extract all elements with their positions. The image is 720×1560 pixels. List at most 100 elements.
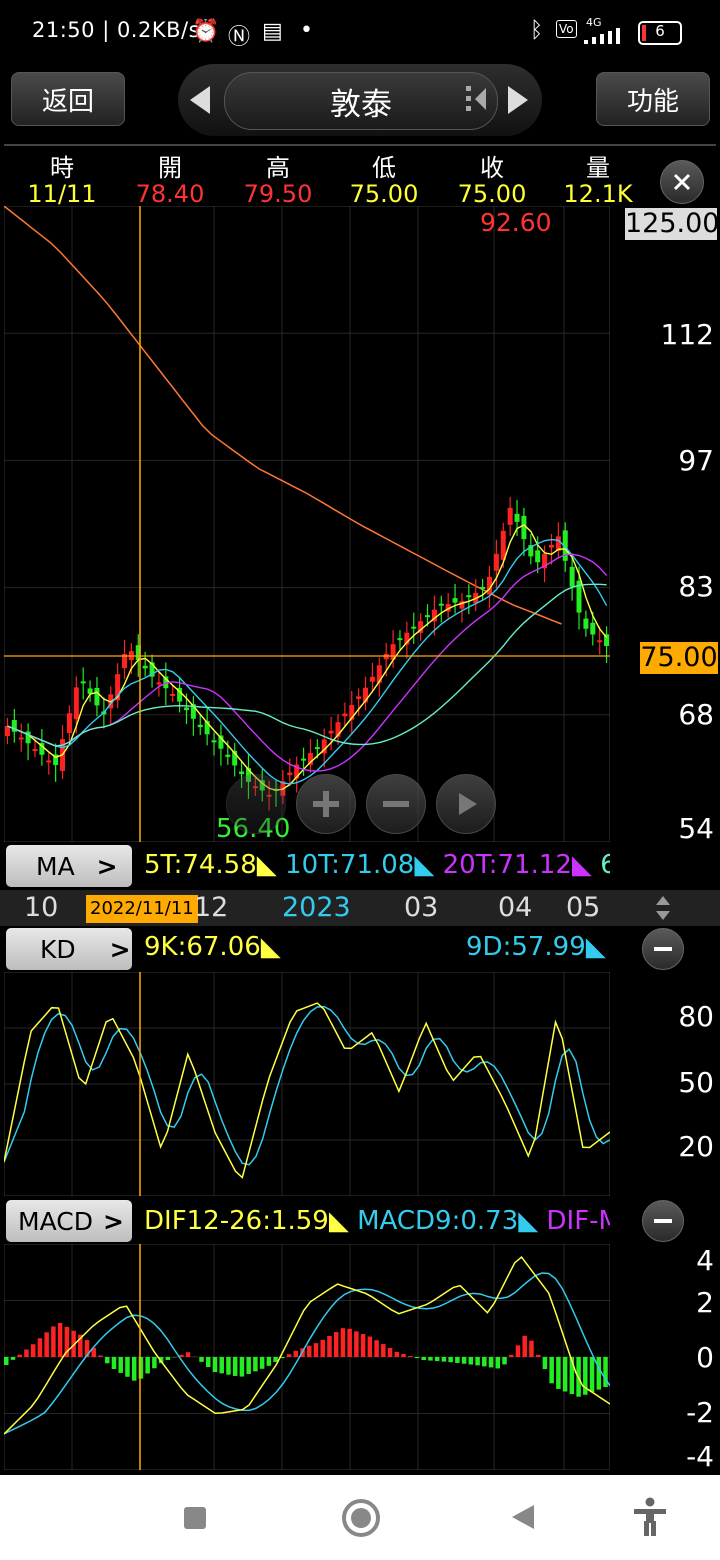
ma60-line <box>7 583 607 747</box>
macd-tick: 4 <box>696 1244 714 1277</box>
macd-histogram-bar <box>98 1355 103 1357</box>
macd-histogram-bar <box>549 1357 554 1384</box>
chevron-right-icon: > <box>109 934 131 964</box>
chevron-right-icon: > <box>102 1206 124 1236</box>
quote-header-label: 高 <box>266 154 290 182</box>
macd-histogram-bar <box>542 1357 548 1370</box>
macd-histogram-bar <box>414 1357 420 1359</box>
dot-icon: • <box>300 18 313 43</box>
macd-histogram-bar <box>556 1357 561 1389</box>
stock-title[interactable]: 敦泰 <box>224 72 498 130</box>
quote-panel: 時 11/11 開 78.40 高 79.50 低 75.00 收 75.00 量 12.1K <box>4 144 716 210</box>
macd-histogram-bar <box>441 1357 447 1362</box>
pan-button[interactable] <box>226 774 286 834</box>
time-axis[interactable]: 10 2022/11/11 12 2023 03 04 05 <box>0 890 720 926</box>
macd-tick: 2 <box>696 1286 714 1319</box>
macd-histogram-bar <box>401 1353 406 1357</box>
dif-value: DIF12-26:1.59 <box>144 1206 329 1236</box>
price-chart[interactable] <box>4 206 610 842</box>
flag-icon: ◣ <box>256 850 277 880</box>
candle-body <box>438 603 444 606</box>
flag-icon: ◣ <box>585 932 606 962</box>
macd-remove-button[interactable] <box>642 1200 684 1242</box>
k-value: 9K:67.06 <box>144 932 261 962</box>
osc-value: DIF-M <box>546 1206 610 1236</box>
ma10-value: 10T:71.08 <box>285 850 415 880</box>
accessibility-icon[interactable] <box>632 1497 668 1537</box>
triangle-back-icon[interactable] <box>510 1503 536 1531</box>
close-icon[interactable] <box>660 160 704 204</box>
volte-icon: Vo <box>556 20 577 38</box>
macd-histogram-bar <box>206 1357 211 1368</box>
macd-histogram-bar <box>125 1357 130 1377</box>
zoom-in-button[interactable] <box>296 774 356 834</box>
zoom-out-button[interactable] <box>366 774 426 834</box>
quote-header-label: 量 <box>586 154 610 182</box>
status-time-speed: 21:50 | 0.2KB/s <box>32 18 201 42</box>
macd-histogram-bar <box>118 1357 123 1373</box>
ma-button-label: MA <box>36 851 75 881</box>
candle-body <box>583 618 589 629</box>
quote-value: 12.1K <box>563 180 633 208</box>
macd-histogram-bar <box>145 1357 150 1374</box>
macd-histogram-bar <box>131 1357 137 1381</box>
macd-button[interactable]: MACD > <box>6 1200 132 1242</box>
macd-histogram-bar <box>360 1333 366 1357</box>
macd-histogram-bar <box>246 1357 251 1374</box>
switch-icon[interactable] <box>466 84 488 120</box>
macd-histogram-bar <box>434 1357 440 1362</box>
prev-stock-button[interactable] <box>186 82 214 122</box>
ma20-line <box>7 553 608 772</box>
quote-header-label: 開 <box>158 154 182 182</box>
candle-body <box>197 724 203 728</box>
nfc-icon: Ⓝ <box>228 25 251 50</box>
candle-body <box>239 771 245 775</box>
macd-button-label: MACD <box>18 1206 93 1236</box>
function-button[interactable]: 功能 <box>596 72 710 126</box>
ma-button[interactable]: MA > <box>6 845 132 887</box>
macd-value: MACD9:0.73 <box>357 1206 519 1236</box>
kd-chart[interactable] <box>4 972 610 1196</box>
d-value: 9D:57.99 <box>466 932 586 962</box>
play-button[interactable] <box>436 774 496 834</box>
macd-histogram-bar <box>421 1357 426 1361</box>
candle-body <box>507 507 513 525</box>
kd-button[interactable]: KD > <box>6 928 132 970</box>
plus-icon <box>313 791 339 817</box>
macd-histogram-bar <box>495 1357 501 1369</box>
macd-histogram-bar <box>57 1323 63 1357</box>
cursor-date-label: 2022/11/11 <box>86 895 198 923</box>
current-price-label: 75.00 <box>640 642 718 674</box>
kd-remove-button[interactable] <box>642 928 684 970</box>
quote-header-label: 低 <box>372 154 396 182</box>
minus-icon <box>654 947 672 951</box>
candle-body <box>493 553 499 571</box>
circle-icon[interactable] <box>342 1499 380 1537</box>
back-button[interactable]: 返回 <box>11 72 125 126</box>
macd-histogram-bar <box>468 1357 474 1365</box>
candle-body <box>301 758 307 761</box>
candle-body <box>514 513 520 522</box>
quote-header-label: 時 <box>50 154 74 182</box>
macd-histogram-bar <box>509 1354 514 1357</box>
candle-body <box>425 615 431 618</box>
macd-histogram-bar <box>165 1357 171 1360</box>
kd-tick: 50 <box>678 1066 714 1099</box>
square-icon[interactable] <box>184 1507 206 1529</box>
quote-value: 75.00 <box>349 180 419 208</box>
candle-body <box>225 754 231 757</box>
signal-icon <box>584 28 628 48</box>
candle-body <box>66 713 72 734</box>
price-tick: 97 <box>678 444 714 477</box>
quote-value: 78.40 <box>135 180 205 208</box>
next-stock-button[interactable] <box>504 82 532 122</box>
macd-histogram-bar <box>354 1331 359 1357</box>
ma-values: 5T:74.58◣ 10T:71.08◣ 20T:71.12◣ 6 <box>144 850 610 880</box>
macd-histogram-bar <box>253 1357 258 1372</box>
macd-histogram-bar <box>529 1340 534 1357</box>
macd-chart[interactable] <box>4 1244 610 1470</box>
resize-handle-icon[interactable] <box>654 894 672 926</box>
macd-histogram-bar <box>286 1354 292 1357</box>
time-label-year: 2023 <box>282 892 351 923</box>
candle-body <box>480 586 486 589</box>
